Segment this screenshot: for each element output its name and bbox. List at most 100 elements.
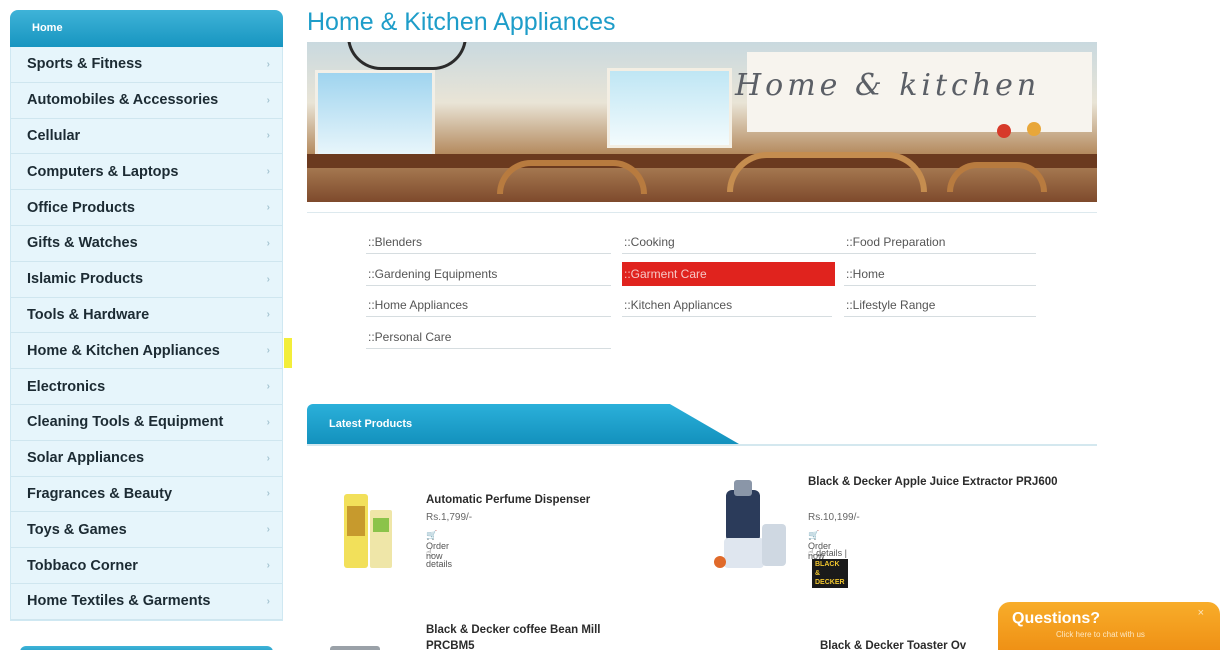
product-name[interactable]: Automatic Perfume Dispenser <box>426 492 681 508</box>
sidebar-item-gifts[interactable]: Gifts & Watches › <box>11 226 282 262</box>
chat-title: Questions? <box>1012 610 1101 627</box>
category-sidebar: Home Sports & Fitness › Automobiles & Acc… <box>10 10 283 621</box>
sidebar-next-box-header <box>20 646 273 650</box>
fruit-graphic <box>997 124 1011 138</box>
sidebar-list: Sports & Fitness › Automobiles & Accessor… <box>10 47 283 621</box>
product-name[interactable]: Black & Decker coffee Bean Mill PRCBM5 <box>426 622 646 650</box>
chevron-right-icon: › <box>266 237 270 249</box>
sidebar-item-label: Islamic Products <box>27 271 144 288</box>
chandelier-graphic <box>347 42 467 70</box>
chair-graphic <box>727 152 927 192</box>
sidebar-item-label: Fragrances & Beauty <box>27 485 173 502</box>
details-label: details <box>816 548 843 558</box>
chevron-right-icon: › <box>266 488 270 500</box>
sidebar-item-textiles[interactable]: Home Textiles & Garments › <box>11 584 282 620</box>
brand-logo: BLACK & DECKER <box>812 559 848 588</box>
sidebar-item-label: Toys & Games <box>27 521 127 538</box>
sidebar-item-label: Cleaning Tools & Equipment <box>27 414 224 431</box>
details-link[interactable]: ☝details <box>426 548 452 569</box>
sidebar-item-label: Electronics <box>27 378 106 395</box>
chat-subtitle: Click here to chat with us <box>1056 630 1145 639</box>
window-graphic <box>607 68 732 148</box>
sidebar-item-computers[interactable]: Computers & Laptops › <box>11 154 282 191</box>
subcat-link-blenders[interactable]: ::Blenders <box>366 230 611 254</box>
sidebar-item-label: Home Textiles & Garments <box>27 593 211 610</box>
chevron-right-icon: › <box>266 381 270 393</box>
chair-graphic <box>947 162 1047 192</box>
sidebar-item-office[interactable]: Office Products › <box>11 190 282 226</box>
sidebar-item-tools[interactable]: Tools & Hardware › <box>11 298 282 334</box>
sidebar-item-electronics[interactable]: Electronics › <box>11 369 282 405</box>
product-image[interactable] <box>326 640 386 650</box>
chevron-right-icon: › <box>266 345 270 357</box>
chevron-right-icon: › <box>266 560 270 572</box>
subcat-link-kitchen-appliances[interactable]: ::Kitchen Appliances <box>622 293 832 317</box>
subcat-link-lifestyle[interactable]: ::Lifestyle Range <box>844 293 1036 317</box>
subcat-link-personal-care[interactable]: ::Personal Care <box>366 325 611 349</box>
sidebar-item-cellular[interactable]: Cellular › <box>11 119 282 155</box>
product-image[interactable] <box>712 472 796 576</box>
sidebar-item-tobbaco[interactable]: Tobbaco Corner › <box>11 548 282 584</box>
pointer-hand-icon: ☝ <box>426 548 433 559</box>
sidebar-item-label: Tools & Hardware <box>27 306 150 323</box>
sidebar-header[interactable]: Home <box>10 10 283 47</box>
close-icon[interactable]: × <box>1198 607 1204 619</box>
sidebar-item-label: Office Products <box>27 199 135 216</box>
window-graphic <box>315 70 435 158</box>
product-image[interactable] <box>338 488 402 574</box>
sidebar-item-label: Sports & Fitness <box>27 56 143 73</box>
banner-caption: Home & kitchen <box>735 68 1041 103</box>
chevron-right-icon: › <box>266 94 270 106</box>
product-price: Rs.10,199/- <box>808 512 860 523</box>
chevron-right-icon: › <box>266 58 270 70</box>
sidebar-item-label: Home & Kitchen Appliances <box>27 342 220 359</box>
live-chat-widget[interactable]: Questions? Click here to chat with us × <box>998 602 1220 650</box>
subcat-link-food-preparation[interactable]: ::Food Preparation <box>844 230 1036 254</box>
subcat-link-cooking[interactable]: ::Cooking <box>622 230 867 254</box>
latest-products-header: Latest Products <box>307 404 1097 446</box>
subcat-link-gardening[interactable]: ::Gardening Equipments <box>366 262 611 286</box>
subcat-link-home[interactable]: ::Home <box>844 262 1036 286</box>
details-label: details <box>426 559 453 569</box>
chevron-right-icon: › <box>266 524 270 536</box>
subcat-link-home-appliances[interactable]: ::Home Appliances <box>366 293 611 317</box>
fruit-graphic <box>1027 122 1041 136</box>
chevron-right-icon: › <box>266 202 270 214</box>
chevron-right-icon: › <box>266 309 270 321</box>
sidebar-item-automobiles[interactable]: Automobiles & Accessories › <box>11 83 282 119</box>
product-price: Rs.1,799/- <box>426 512 473 523</box>
sidebar-item-cleaning[interactable]: Cleaning Tools & Equipment › <box>11 405 282 441</box>
chevron-right-icon: › <box>266 273 270 285</box>
sidebar-item-label: Cellular <box>27 127 81 144</box>
divider <box>307 444 1097 446</box>
chevron-right-icon: › <box>266 416 270 428</box>
category-banner: Home & kitchen <box>307 42 1097 202</box>
chevron-right-icon: › <box>266 452 270 464</box>
sidebar-item-label: Computers & Laptops <box>27 163 179 180</box>
chevron-right-icon: › <box>266 595 270 607</box>
sidebar-item-label: Solar Appliances <box>27 450 145 467</box>
sidebar-item-solar[interactable]: Solar Appliances › <box>11 441 282 477</box>
divider <box>307 212 1097 213</box>
sidebar-item-label: Automobiles & Accessories <box>27 92 219 109</box>
page-title: Home & Kitchen Appliances <box>307 8 616 36</box>
cart-icon: 🛒 <box>808 530 820 540</box>
sidebar-item-home-kitchen[interactable]: Home & Kitchen Appliances › <box>11 333 282 370</box>
sidebar-item-toys[interactable]: Toys & Games › <box>11 512 282 549</box>
pointer-hand-icon: ☝ <box>808 548 815 559</box>
sidebar-item-label: Tobbaco Corner <box>27 557 138 574</box>
cart-icon: 🛒 <box>426 530 438 540</box>
subcat-link-garment-care[interactable]: ::Garment Care <box>622 262 835 286</box>
details-link[interactable]: ☝ details | BLACK & DECKER <box>808 548 848 588</box>
chair-graphic <box>497 160 647 194</box>
chevron-right-icon: › <box>266 130 270 142</box>
sidebar-item-fragrances[interactable]: Fragrances & Beauty › <box>11 477 282 513</box>
active-category-marker <box>284 338 292 368</box>
product-name[interactable]: Black & Decker Apple Juice Extractor PRJ… <box>808 474 1063 490</box>
sidebar-item-islamic[interactable]: Islamic Products › <box>11 262 282 298</box>
latest-products-tab: Latest Products <box>307 404 739 444</box>
product-name[interactable]: Black & Decker Toaster Ov <box>820 638 1000 650</box>
chevron-right-icon: › <box>266 166 270 178</box>
sidebar-item-label: Gifts & Watches <box>27 235 138 252</box>
sidebar-item-sports-fitness[interactable]: Sports & Fitness › <box>11 47 282 83</box>
